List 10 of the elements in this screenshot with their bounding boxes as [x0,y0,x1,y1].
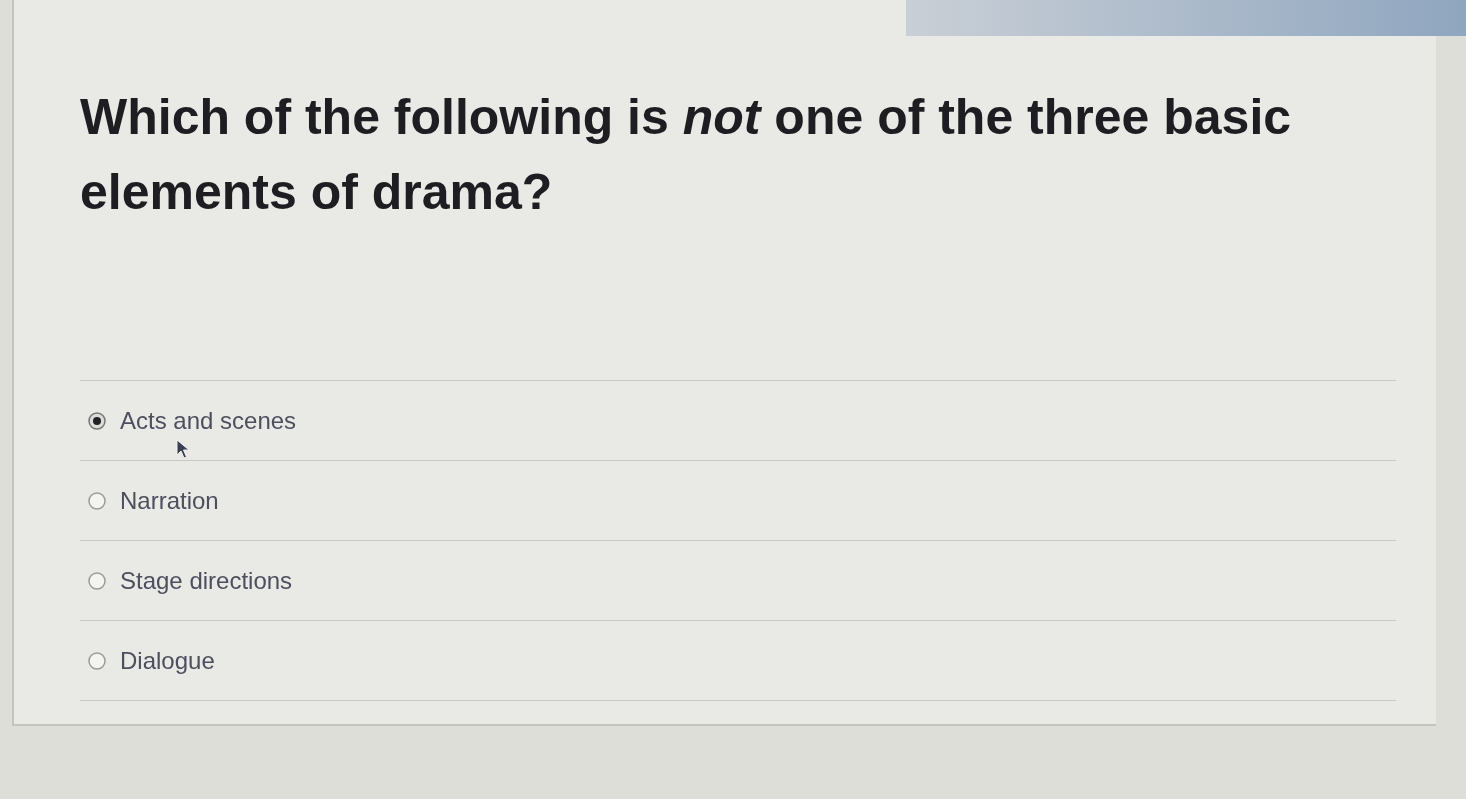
question-text: Which of the following is not one of the three basic elements of drama? [80,88,1293,222]
option-label[interactable]: Acts and scenes [120,406,297,435]
option-label[interactable]: Dialogue [120,646,215,675]
option-label[interactable]: Stage directions [120,566,293,595]
radio-button[interactable] [88,651,106,670]
mouse-cursor-icon [176,439,192,459]
radio-button[interactable] [88,571,106,590]
radio-button[interactable] [88,411,106,430]
radio-button[interactable] [88,491,106,510]
option-label[interactable]: Narration [120,486,219,515]
